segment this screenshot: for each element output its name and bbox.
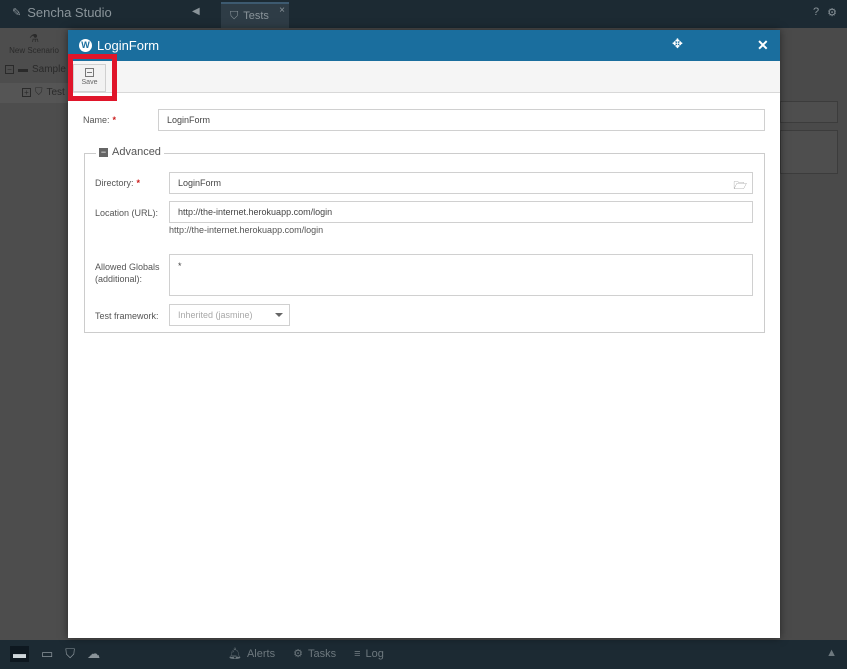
folder-icon[interactable]: ▭ [41, 646, 53, 662]
background-panel [780, 130, 838, 174]
directory-label: Directory: * [95, 178, 140, 188]
new-scenario-label: New Scenario [9, 46, 59, 55]
bottom-tabs: 🔔︎ Alerts ⚙ Tasks ≡ Log [228, 647, 384, 661]
name-input[interactable]: LoginForm [158, 109, 765, 131]
name-label-text: Name: [83, 115, 110, 125]
briefcase-icon[interactable]: ▬ [10, 646, 29, 662]
tree-item-label: Test [46, 87, 65, 98]
name-label: Name: * [83, 115, 116, 125]
shield-icon[interactable]: ⛉ [65, 646, 75, 662]
bell-icon: 🔔︎ [228, 648, 242, 660]
floppy-disk-icon [85, 68, 94, 77]
app-title-text: Sencha Studio [27, 5, 112, 20]
beaker-icon: ⚗ [29, 33, 39, 45]
collapse-section-icon[interactable]: − [99, 147, 108, 157]
tab-label: Log [365, 647, 384, 660]
tree-item-sample[interactable]: − ▬ Sample [5, 64, 66, 75]
chevron-down-icon[interactable] [275, 313, 283, 317]
window-title: LoginForm [97, 38, 160, 53]
list-icon: ≡ [354, 647, 361, 660]
tab-log[interactable]: ≡ Log [354, 647, 384, 660]
gears-icon: ⚙ [293, 648, 303, 660]
advanced-legend[interactable]: − Advanced [96, 146, 164, 158]
save-label: Save [81, 79, 98, 86]
top-right-icons: ? ⚙ [813, 6, 837, 19]
cloud-icon[interactable]: ☁ [87, 646, 100, 662]
location-input[interactable]: http://the-internet.herokuapp.com/login [169, 201, 753, 223]
required-marker: * [112, 115, 117, 125]
window-type-icon: W [79, 39, 92, 52]
collapse-left-icon[interactable]: ◀ [192, 6, 200, 17]
window-toolbar: Save [68, 61, 780, 93]
tab-tasks[interactable]: ⚙ Tasks [293, 647, 337, 661]
tree-item-test[interactable]: + ⛉ Test [22, 87, 65, 98]
tab-close-icon[interactable]: × [279, 5, 285, 16]
new-scenario-button[interactable]: ⚗ New Scenario [6, 32, 62, 55]
save-button[interactable]: Save [73, 64, 106, 92]
tab-label: Tests [243, 10, 269, 22]
location-label: Location (URL): [95, 208, 159, 218]
sencha-logo-icon: ✎ [12, 7, 22, 19]
expand-icon[interactable]: + [22, 88, 31, 97]
location-url-display: http://the-internet.herokuapp.com/login [169, 225, 324, 235]
window-header[interactable]: W LoginForm ✥ ✕ [68, 30, 780, 61]
folder-open-icon[interactable]: 🗁︎ [733, 177, 747, 196]
login-form-window: W LoginForm ✥ ✕ Save Name: * LoginForm − … [68, 30, 780, 638]
shield-icon: ⛉ [35, 87, 43, 98]
tree-item-label: Sample [32, 64, 66, 75]
tab-tests[interactable]: ⛉ Tests × [221, 2, 289, 28]
shield-icon: ⛉ [230, 9, 239, 22]
briefcase-icon: ▬ [18, 64, 28, 75]
advanced-label: Advanced [112, 146, 161, 158]
tab-label: Tasks [307, 647, 337, 660]
allowed-globals-label-line2: (additional): [95, 274, 143, 284]
test-framework-select[interactable]: Inherited (jasmine) [169, 304, 290, 326]
directory-label-text: Directory: [95, 178, 134, 188]
directory-input[interactable]: LoginForm 🗁︎ [169, 172, 753, 194]
directory-value: LoginForm [178, 178, 222, 188]
app-bottombar: ▬ ▭ ⛉ ☁ 🔔︎ Alerts ⚙ Tasks ≡ Log ▲ [0, 640, 847, 669]
app-topbar: ✎ Sencha Studio ◀ ⛉ Tests × ? ⚙ [0, 0, 847, 28]
allowed-globals-label: Allowed Globals (additional): [95, 261, 160, 285]
bottom-left-icons: ▬ ▭ ⛉ ☁ [10, 646, 100, 662]
tab-label: Alerts [246, 647, 276, 660]
test-framework-label: Test framework: [95, 311, 159, 321]
test-framework-value: Inherited (jasmine) [178, 310, 253, 320]
background-panel [780, 101, 838, 123]
allowed-globals-label-line1: Allowed Globals [95, 262, 160, 272]
help-icon[interactable]: ? [813, 6, 819, 19]
move-cursor-icon: ✥ [672, 36, 683, 51]
close-icon[interactable]: ✕ [757, 37, 769, 54]
app-title: ✎ Sencha Studio [12, 5, 112, 20]
required-marker: * [136, 178, 141, 188]
expand-panel-icon[interactable]: ▲ [826, 647, 837, 659]
collapse-icon[interactable]: − [5, 65, 14, 74]
tab-alerts[interactable]: 🔔︎ Alerts [228, 647, 276, 661]
gear-icon[interactable]: ⚙ [827, 6, 837, 19]
allowed-globals-textarea[interactable]: * [169, 254, 753, 296]
